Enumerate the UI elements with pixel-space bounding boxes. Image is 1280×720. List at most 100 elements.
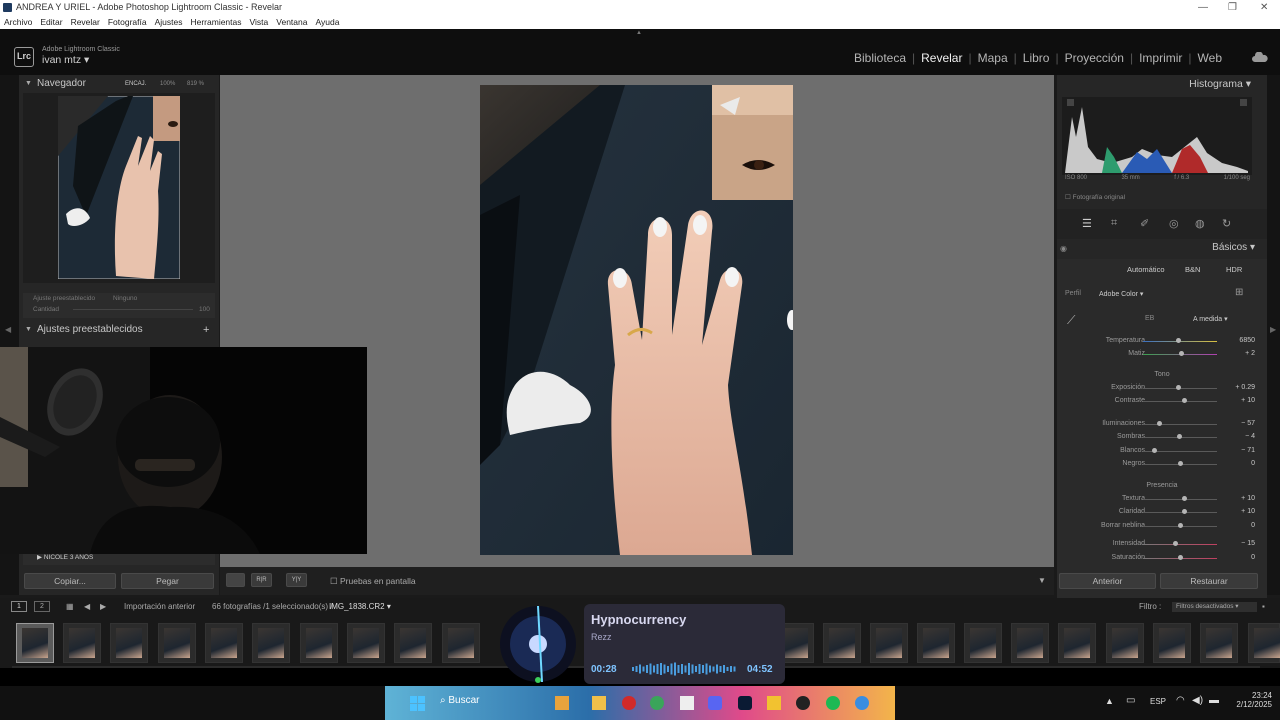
opera-icon[interactable] bbox=[622, 696, 636, 710]
slider-saturación[interactable]: Saturación 0 bbox=[1057, 552, 1267, 564]
slider-handle[interactable] bbox=[1178, 351, 1184, 356]
basic-header[interactable]: Básicos ▾ bbox=[1212, 242, 1255, 253]
menu-vista[interactable]: Vista bbox=[246, 15, 273, 29]
filmstrip-thumbnail[interactable] bbox=[205, 623, 243, 663]
slider-intensidad[interactable]: Intensidad − 15 bbox=[1057, 538, 1267, 550]
toolbar-menu-icon[interactable]: ▼ bbox=[1038, 576, 1046, 585]
lock-icon[interactable]: ▪ bbox=[1262, 598, 1265, 616]
module-revelar[interactable]: Revelar bbox=[915, 51, 968, 65]
masking-icon[interactable]: ◍ bbox=[1195, 217, 1205, 230]
source-label[interactable]: Importación anterior bbox=[124, 598, 195, 616]
module-libro[interactable]: Libro bbox=[1017, 51, 1056, 65]
original-photo-toggle[interactable]: ☐ Fotografía original bbox=[1065, 193, 1125, 201]
treatment-bw[interactable]: B&N bbox=[1185, 265, 1200, 274]
zoom-fit[interactable]: ENCAJ. bbox=[125, 75, 146, 93]
slider-handle[interactable] bbox=[1181, 509, 1187, 514]
slider-track[interactable] bbox=[1143, 424, 1217, 425]
filmstrip-thumbnail[interactable] bbox=[870, 623, 908, 663]
module-proyeccion[interactable]: Proyección bbox=[1059, 51, 1130, 65]
healing-icon[interactable]: ✐ bbox=[1140, 217, 1149, 230]
slider-value[interactable]: 0 bbox=[1251, 460, 1255, 467]
slider-value[interactable]: + 10 bbox=[1241, 508, 1255, 515]
slider-track[interactable] bbox=[1143, 512, 1217, 513]
menu-ayuda[interactable]: Ayuda bbox=[311, 15, 343, 29]
filmstrip-thumbnail[interactable] bbox=[823, 623, 861, 663]
slider-matiz[interactable]: Matiz + 2 bbox=[1057, 348, 1267, 360]
slider-handle[interactable] bbox=[1176, 434, 1182, 439]
menu-ajustes[interactable]: Ajustes bbox=[151, 15, 187, 29]
treatment-hdr[interactable]: HDR bbox=[1226, 265, 1242, 274]
menu-ventana[interactable]: Ventana bbox=[272, 15, 311, 29]
wb-select[interactable]: A medida ▾ bbox=[1193, 315, 1228, 323]
filmstrip-thumbnail[interactable] bbox=[394, 623, 432, 663]
slider-value[interactable]: 0 bbox=[1251, 554, 1255, 561]
slider-iluminaciones[interactable]: Iluminaciones − 57 bbox=[1057, 418, 1267, 430]
wb-picker-icon[interactable]: ⟋ bbox=[1067, 313, 1075, 328]
slider-blancos[interactable]: Blancos − 71 bbox=[1057, 445, 1267, 457]
slider-exposición[interactable]: Exposición + 0.29 bbox=[1057, 382, 1267, 394]
filmstrip-thumbnail[interactable] bbox=[442, 623, 480, 663]
slider-value[interactable]: − 15 bbox=[1241, 540, 1255, 547]
edit-sliders-icon[interactable]: ☰ bbox=[1082, 217, 1092, 230]
presets-header[interactable]: ▼ Ajustes preestablecidos + bbox=[19, 321, 219, 339]
slider-value[interactable]: 6850 bbox=[1239, 337, 1255, 344]
screen-1[interactable]: 1 bbox=[11, 601, 27, 612]
reset-button[interactable]: Restaurar bbox=[1160, 573, 1258, 589]
profile-select[interactable]: Adobe Color ▾ bbox=[1099, 290, 1143, 298]
filmstrip-thumbnail[interactable] bbox=[1200, 623, 1238, 663]
module-web[interactable]: Web bbox=[1192, 51, 1228, 65]
maximize-icon[interactable]: ❐ bbox=[1228, 0, 1237, 15]
slider-value[interactable]: + 2 bbox=[1245, 350, 1255, 357]
filmstrip-thumbnail[interactable] bbox=[917, 623, 955, 663]
filmstrip-thumbnail[interactable] bbox=[63, 623, 101, 663]
filmstrip-thumbnail[interactable] bbox=[1106, 623, 1144, 663]
slider-borrar-neblina[interactable]: Borrar neblina 0 bbox=[1057, 520, 1267, 532]
grid-icon[interactable]: ▦ bbox=[66, 598, 74, 616]
back-icon[interactable]: ◀ bbox=[84, 598, 90, 616]
folder-icon[interactable] bbox=[592, 696, 606, 710]
discord-icon[interactable] bbox=[708, 696, 722, 710]
slider-handle[interactable] bbox=[1181, 398, 1187, 403]
navigator-preview[interactable] bbox=[23, 93, 215, 283]
treatment-auto[interactable]: Automático bbox=[1127, 265, 1165, 274]
slider-sombras[interactable]: Sombras − 4 bbox=[1057, 431, 1267, 443]
spotify-icon[interactable] bbox=[826, 696, 840, 710]
battery-icon[interactable]: ▬ bbox=[1209, 695, 1219, 706]
wifi-icon[interactable]: ◠ bbox=[1176, 695, 1185, 706]
menu-editar[interactable]: Editar bbox=[36, 15, 66, 29]
tray-app-icon[interactable]: ▭ bbox=[1126, 695, 1135, 706]
filmstrip-thumbnail[interactable] bbox=[110, 623, 148, 663]
slider-textura[interactable]: Textura + 10 bbox=[1057, 493, 1267, 505]
menu-fotografia[interactable]: Fotografía bbox=[104, 15, 151, 29]
taskbar-search[interactable]: ⌕ Buscar bbox=[440, 695, 480, 706]
slider-value[interactable]: + 0.29 bbox=[1235, 384, 1255, 391]
slider-handle[interactable] bbox=[1175, 385, 1181, 390]
add-preset-icon[interactable]: + bbox=[203, 321, 209, 339]
crop-icon[interactable]: ⌗ bbox=[1111, 217, 1117, 230]
zoom-custom[interactable]: 819 % bbox=[187, 75, 204, 93]
slider-value[interactable]: − 4 bbox=[1245, 433, 1255, 440]
filmstrip-thumbnail[interactable] bbox=[1248, 623, 1280, 663]
slider-negros[interactable]: Negros 0 bbox=[1057, 458, 1267, 470]
filmstrip-thumbnail[interactable] bbox=[252, 623, 290, 663]
slider-value[interactable]: 0 bbox=[1251, 522, 1255, 529]
profile-browser-icon[interactable]: ⊞ bbox=[1235, 287, 1243, 298]
slider-handle[interactable] bbox=[1178, 461, 1183, 466]
user-name[interactable]: ivan mtz ▾ bbox=[42, 54, 89, 66]
filmstrip-thumbnail[interactable] bbox=[1011, 623, 1049, 663]
module-imprimir[interactable]: Imprimir bbox=[1133, 51, 1188, 65]
menu-herramientas[interactable]: Herramientas bbox=[186, 15, 245, 29]
menu-archivo[interactable]: Archivo bbox=[0, 15, 36, 29]
slider-track[interactable] bbox=[1143, 499, 1217, 500]
soft-proof-toggle[interactable]: ☐ Pruebas en pantalla bbox=[330, 576, 416, 587]
module-biblioteca[interactable]: Biblioteca bbox=[848, 51, 912, 65]
volume-icon[interactable]: ◀) bbox=[1192, 695, 1203, 706]
language-indicator[interactable]: ESP bbox=[1150, 697, 1166, 706]
close-icon[interactable]: ✕ bbox=[1260, 0, 1268, 15]
histogram-header[interactable]: Histograma ▾ bbox=[1189, 78, 1251, 90]
slider-handle[interactable] bbox=[1181, 496, 1187, 501]
module-mapa[interactable]: Mapa bbox=[972, 51, 1014, 65]
tray-chevron-icon[interactable]: ▲ bbox=[1105, 696, 1114, 706]
slider-temperatura[interactable]: Temperatura 6850 bbox=[1057, 335, 1267, 347]
screen-2[interactable]: 2 bbox=[34, 601, 50, 612]
